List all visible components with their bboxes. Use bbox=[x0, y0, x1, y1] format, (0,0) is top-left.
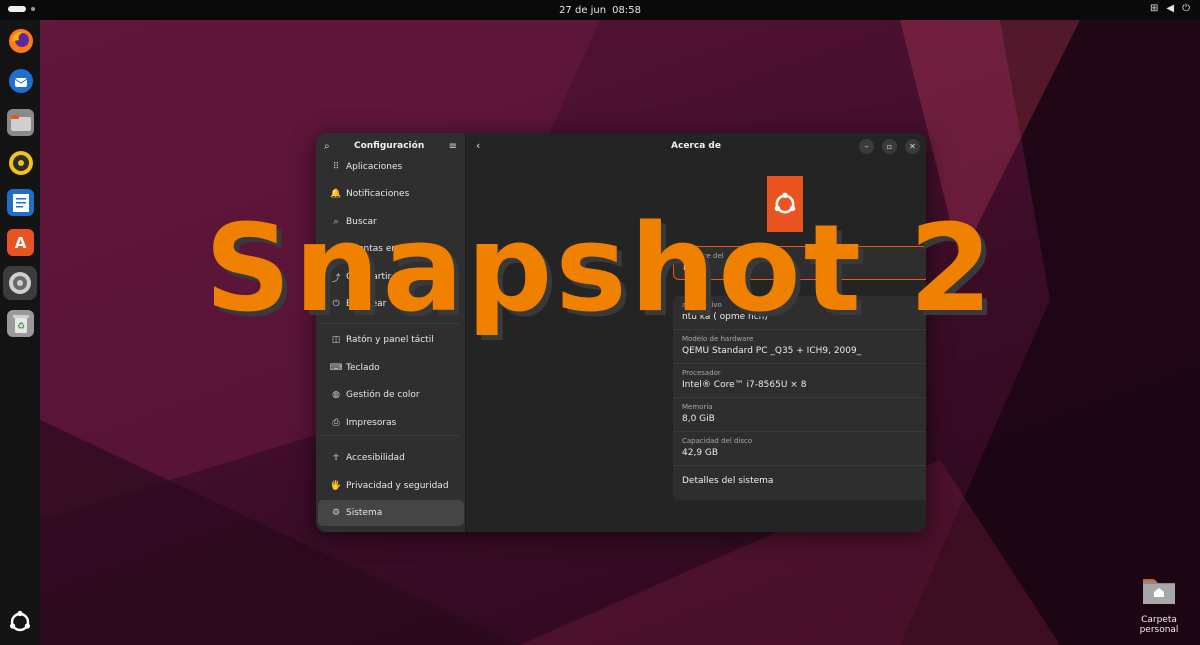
disk-value: 42,9 GB bbox=[682, 448, 719, 458]
power-icon: ⏻ bbox=[1182, 3, 1190, 14]
sidebar-item-icon: ⌨ bbox=[329, 363, 343, 373]
disk-label: Capacidad del disco bbox=[682, 437, 753, 445]
sidebar-item-label: Privacidad y seguridad bbox=[346, 481, 449, 491]
maximize-button[interactable]: ▫ bbox=[882, 139, 897, 154]
search-icon[interactable]: ⌕ bbox=[324, 141, 330, 152]
firefox-icon[interactable] bbox=[7, 27, 34, 54]
cpu-label: Procesador bbox=[682, 369, 721, 377]
close-button[interactable]: ✕ bbox=[905, 139, 920, 154]
sidebar-item-icon: ☥ bbox=[332, 453, 340, 463]
overlay-title: Snapshot 2 bbox=[204, 200, 996, 339]
sidebar-item-label: Notificaciones bbox=[346, 189, 410, 199]
memory-value: 8,0 GiB bbox=[682, 414, 715, 424]
sidebar-item-icon: ◍ bbox=[332, 390, 340, 400]
rhythmbox-icon[interactable] bbox=[7, 149, 34, 176]
sidebar-item-label: Teclado bbox=[346, 363, 380, 373]
clock[interactable]: 27 de jun 08:58 bbox=[559, 5, 641, 16]
sidebar-item-label: Gestión de color bbox=[346, 390, 420, 400]
sidebar-item-privacidad-y-seguridad[interactable]: 🖐 Privacidad y seguridad bbox=[318, 473, 464, 499]
sidebar-item-icon: 🖐 bbox=[330, 481, 342, 491]
sidebar-item-icon: ⚙ bbox=[331, 508, 341, 518]
folder-icon bbox=[1143, 579, 1175, 604]
menu-icon[interactable]: ≡ bbox=[449, 141, 457, 152]
system-tray[interactable]: ⊞ ◀ ⏻ bbox=[1150, 3, 1190, 14]
cpu-value: Intel® Core™ i7-8565U × 8 bbox=[682, 380, 807, 390]
clock-date: 27 de jun bbox=[559, 4, 607, 16]
page-title: Acerca de bbox=[671, 141, 721, 151]
sidebar-item-gestión-de-color[interactable]: ◍ Gestión de color bbox=[318, 382, 464, 408]
minimize-button[interactable]: – bbox=[859, 139, 874, 154]
network-icon: ⊞ bbox=[1149, 3, 1159, 14]
volume-icon: ◀ bbox=[1166, 3, 1175, 14]
sidebar-item-icon: 🔔 bbox=[330, 189, 342, 199]
show-apps-icon[interactable] bbox=[8, 610, 32, 634]
sidebar-item-label: Impresoras bbox=[346, 418, 397, 428]
memory-label: Memoria bbox=[682, 403, 713, 411]
sidebar-item-label: Accesibilidad bbox=[346, 453, 405, 463]
home-folder-label: Carpeta personal bbox=[1139, 615, 1179, 635]
sidebar-item-icon: ⎙ bbox=[332, 418, 340, 428]
sidebar-separator bbox=[322, 435, 460, 436]
home-folder-desktop-icon[interactable]: Carpeta personal bbox=[1122, 575, 1196, 635]
system-details-button[interactable]: Detalles del sistema › bbox=[673, 465, 926, 495]
sidebar-item-sistema[interactable]: ⚙ Sistema bbox=[318, 500, 464, 526]
sidebar-item-aplicaciones[interactable]: ⠿ Aplicaciones bbox=[318, 154, 464, 180]
sidebar-title: Configuración bbox=[353, 141, 425, 151]
sidebar-item-accesibilidad[interactable]: ☥ Accesibilidad bbox=[318, 445, 464, 471]
back-icon[interactable]: ‹ bbox=[476, 139, 480, 152]
top-bar: 27 de jun 08:58 ⊞ ◀ ⏻ bbox=[0, 0, 1200, 20]
system-details-label: Detalles del sistema bbox=[682, 475, 774, 486]
sidebar-item-impresoras[interactable]: ⎙ Impresoras bbox=[318, 410, 464, 436]
thunderbird-icon[interactable] bbox=[7, 67, 34, 94]
activities-button[interactable] bbox=[8, 6, 35, 12]
clock-time: 08:58 bbox=[612, 4, 641, 16]
sidebar-item-label: Aplicaciones bbox=[346, 162, 403, 172]
sidebar-item-teclado[interactable]: ⌨ Teclado bbox=[318, 355, 464, 381]
hardware-value: QEMU Standard PC _Q35 + ICH9, 2009_ bbox=[682, 346, 862, 356]
sidebar-item-icon: ⠿ bbox=[332, 162, 340, 172]
sidebar-item-label: Sistema bbox=[346, 508, 383, 518]
files-icon[interactable] bbox=[7, 109, 34, 136]
